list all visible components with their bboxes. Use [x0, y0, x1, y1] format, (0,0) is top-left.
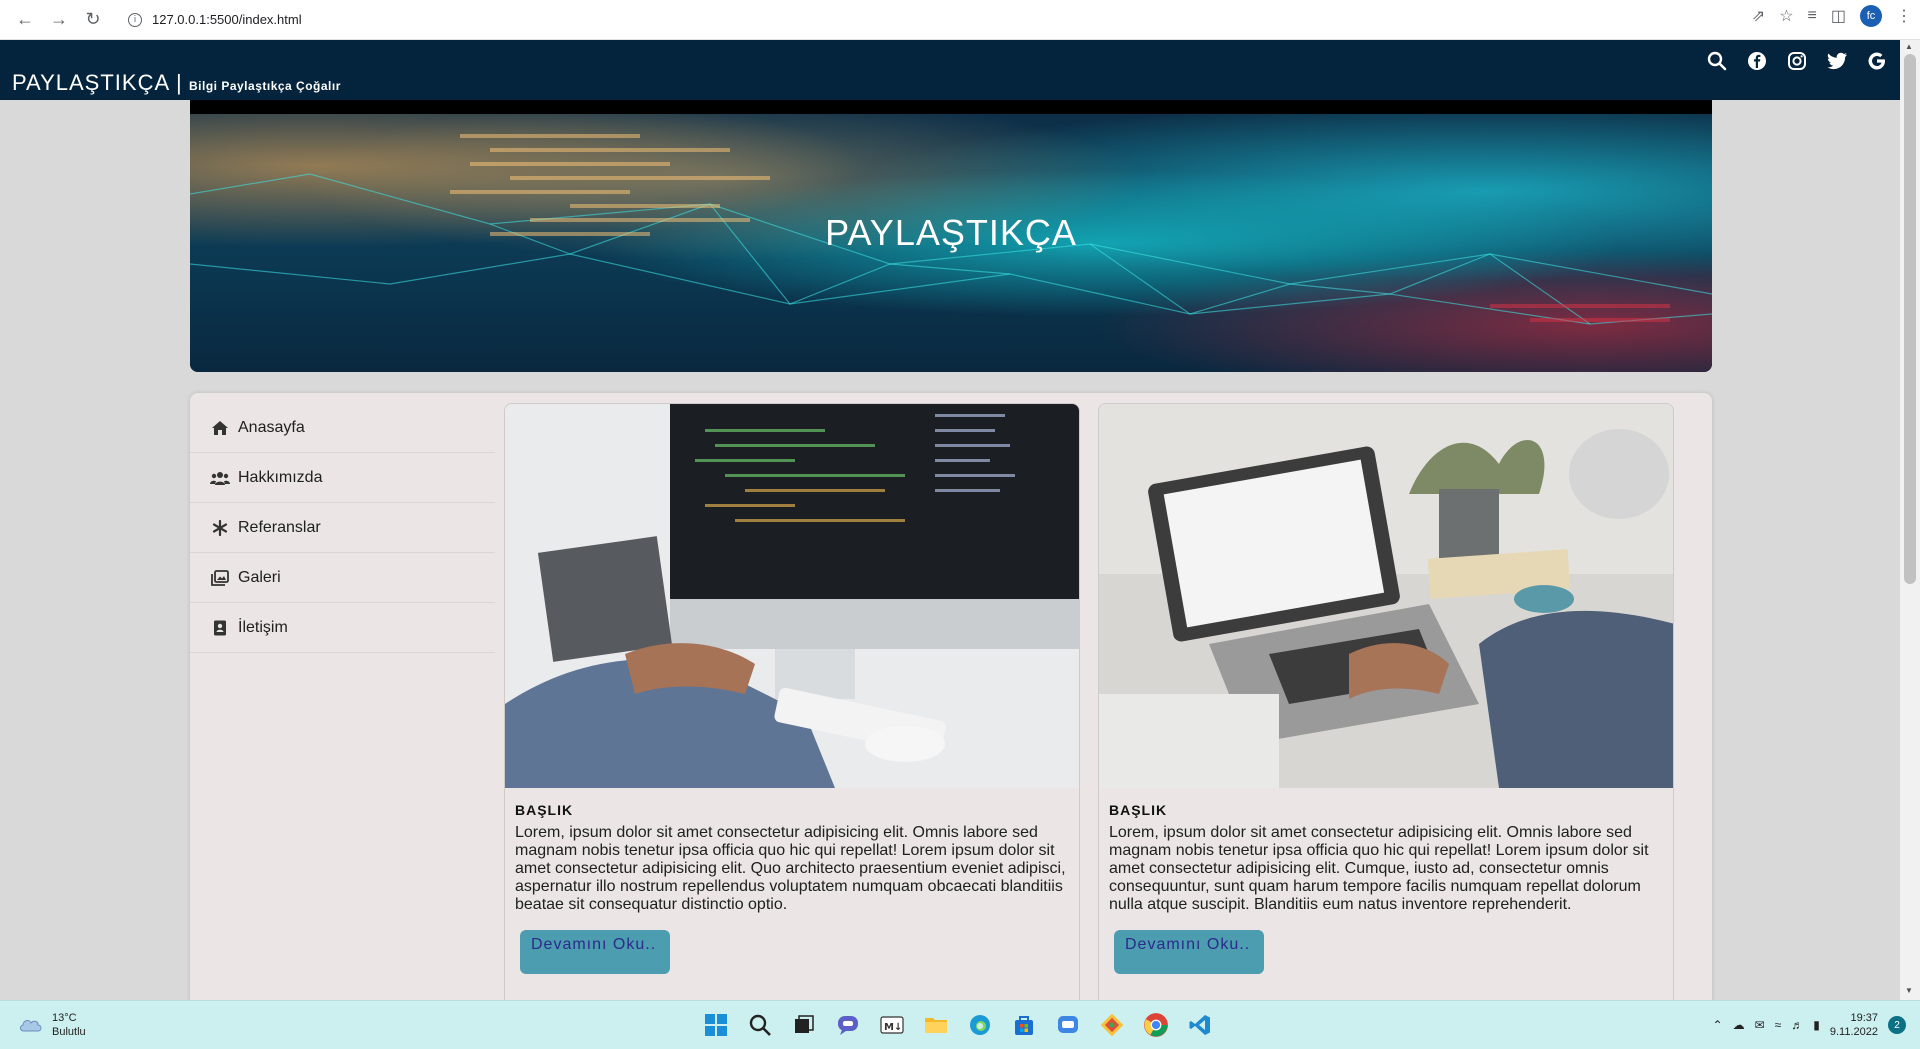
chrome-icon[interactable] — [1140, 1009, 1172, 1041]
file-explorer-icon[interactable] — [920, 1009, 952, 1041]
forward-icon[interactable]: → — [44, 5, 74, 35]
reading-list-icon[interactable]: ≡ — [1808, 7, 1817, 25]
profile-avatar[interactable]: fc — [1860, 5, 1882, 27]
card-text: Lorem, ipsum dolor sit amet consectetur … — [1109, 824, 1649, 913]
card-title: BAŞLIK — [1109, 802, 1168, 818]
system-tray: ⌃ ☁ ✉ ≈ ♬ ▮ 19:37 9.11.2022 2 — [1713, 1011, 1906, 1039]
address-bar[interactable]: i 127.0.0.1:5500/index.html — [128, 12, 302, 27]
twitter-icon[interactable] — [1826, 50, 1848, 72]
search-icon[interactable] — [1706, 50, 1728, 72]
card-image-laptop-workspace — [1099, 404, 1673, 788]
site-brand[interactable]: PAYLAŞTIKÇA | — [12, 70, 183, 96]
mail-icon[interactable]: ✉ — [1755, 1018, 1765, 1032]
hero-banner: PAYLAŞTIKÇA — [190, 100, 1712, 372]
sidebar-item-references[interactable]: Referanslar — [190, 503, 495, 553]
edge-icon[interactable] — [964, 1009, 996, 1041]
google-icon[interactable] — [1866, 50, 1888, 72]
read-more-button[interactable]: Devamını Oku.. — [1114, 930, 1264, 974]
sidebar-item-label: Galeri — [238, 568, 281, 586]
contact-icon — [210, 618, 230, 638]
sidebar-item-about[interactable]: Hakkımızda — [190, 453, 495, 503]
site-header: PAYLAŞTIKÇA | Bilgi Paylaştıkça Çoğalır — [0, 40, 1900, 100]
scroll-down-icon[interactable]: ▼ — [1905, 986, 1913, 995]
weather-condition: Bulutlu — [52, 1026, 86, 1038]
volume-icon[interactable]: ♬ — [1791, 1018, 1803, 1032]
clock[interactable]: 19:37 9.11.2022 — [1830, 1011, 1878, 1039]
banner-title: PAYLAŞTIKÇA — [825, 212, 1077, 253]
task-view-icon[interactable] — [788, 1009, 820, 1041]
side-panel-icon[interactable]: ◫ — [1831, 6, 1846, 26]
sidebar-item-label: Hakkımızda — [238, 468, 323, 486]
sidebar-item-home[interactable]: Anasayfa — [190, 403, 495, 453]
article-card: BAŞLIK Lorem, ipsum dolor sit amet conse… — [504, 403, 1080, 1003]
social-links — [1706, 50, 1888, 72]
weather-temperature: 13°C — [52, 1012, 77, 1024]
scroll-thumb[interactable] — [1904, 54, 1916, 584]
notification-badge[interactable]: 2 — [1888, 1016, 1906, 1034]
instagram-icon[interactable] — [1786, 50, 1808, 72]
windows-taskbar: 13°C Bulutlu M↓ ⌃ ☁ ✉ ≈ ♬ ▮ 19:37 9.11.2… — [0, 1000, 1920, 1049]
messages-icon[interactable] — [1052, 1009, 1084, 1041]
clock-time: 19:37 — [1850, 1012, 1878, 1024]
images-icon — [210, 568, 230, 588]
onedrive-icon[interactable]: ☁ — [1733, 1018, 1745, 1032]
menu-icon[interactable]: ⋮ — [1896, 6, 1912, 26]
reload-icon[interactable]: ↻ — [78, 5, 108, 35]
wifi-icon[interactable]: ≈ — [1775, 1018, 1782, 1032]
chevron-up-icon[interactable]: ⌃ — [1713, 1018, 1723, 1032]
share-icon[interactable]: ⇗ — [1752, 6, 1765, 26]
card-image-desktop-workspace — [505, 404, 1079, 788]
battery-icon[interactable]: ▮ — [1813, 1018, 1820, 1032]
sidebar-item-gallery[interactable]: Galeri — [190, 553, 495, 603]
weather-widget[interactable]: 13°C Bulutlu — [18, 1011, 86, 1039]
site-info-icon[interactable]: i — [128, 12, 142, 27]
taskbar-apps: M↓ — [700, 1009, 1216, 1041]
bookmark-star-icon[interactable]: ☆ — [1779, 6, 1793, 26]
article-card: BAŞLIK Lorem, ipsum dolor sit amet conse… — [1098, 403, 1674, 1003]
sidebar-item-contact[interactable]: İletişim — [190, 603, 495, 653]
scroll-up-icon[interactable]: ▲ — [1905, 42, 1913, 51]
facebook-icon[interactable] — [1746, 50, 1768, 72]
sidebar-item-label: Anasayfa — [238, 418, 305, 436]
users-icon — [210, 468, 230, 488]
markdown-icon[interactable]: M↓ — [876, 1009, 908, 1041]
sidebar-nav: Anasayfa Hakkımızda Referanslar Galeri İ… — [190, 403, 495, 653]
url-text: 127.0.0.1:5500/index.html — [152, 12, 302, 27]
git-icon[interactable] — [1096, 1009, 1128, 1041]
vscode-icon[interactable] — [1184, 1009, 1216, 1041]
clock-date: 9.11.2022 — [1829, 1026, 1878, 1038]
page-scrollbar[interactable]: ▲ ▼ — [1900, 40, 1920, 1000]
cloud-icon — [18, 1015, 44, 1036]
site-tagline: Bilgi Paylaştıkça Çoğalır — [189, 79, 341, 93]
card-title: BAŞLIK — [515, 802, 574, 818]
sidebar-item-label: İletişim — [238, 618, 288, 636]
read-more-button[interactable]: Devamını Oku.. — [520, 930, 670, 974]
asterisk-icon — [210, 518, 230, 538]
back-icon[interactable]: ← — [10, 5, 40, 35]
search-taskbar-icon[interactable] — [744, 1009, 776, 1041]
card-text: Lorem, ipsum dolor sit amet consectetur … — [515, 824, 1066, 913]
windows-start-icon[interactable] — [700, 1009, 732, 1041]
store-icon[interactable] — [1008, 1009, 1040, 1041]
main-content: Anasayfa Hakkımızda Referanslar Galeri İ… — [190, 393, 1712, 1003]
home-icon — [210, 418, 230, 438]
svg-text:M↓: M↓ — [884, 1022, 902, 1033]
chat-icon[interactable] — [832, 1009, 864, 1041]
sidebar-item-label: Referanslar — [238, 518, 321, 536]
browser-toolbar: ← → ↻ i 127.0.0.1:5500/index.html ⇗ ☆ ≡ … — [0, 0, 1920, 40]
